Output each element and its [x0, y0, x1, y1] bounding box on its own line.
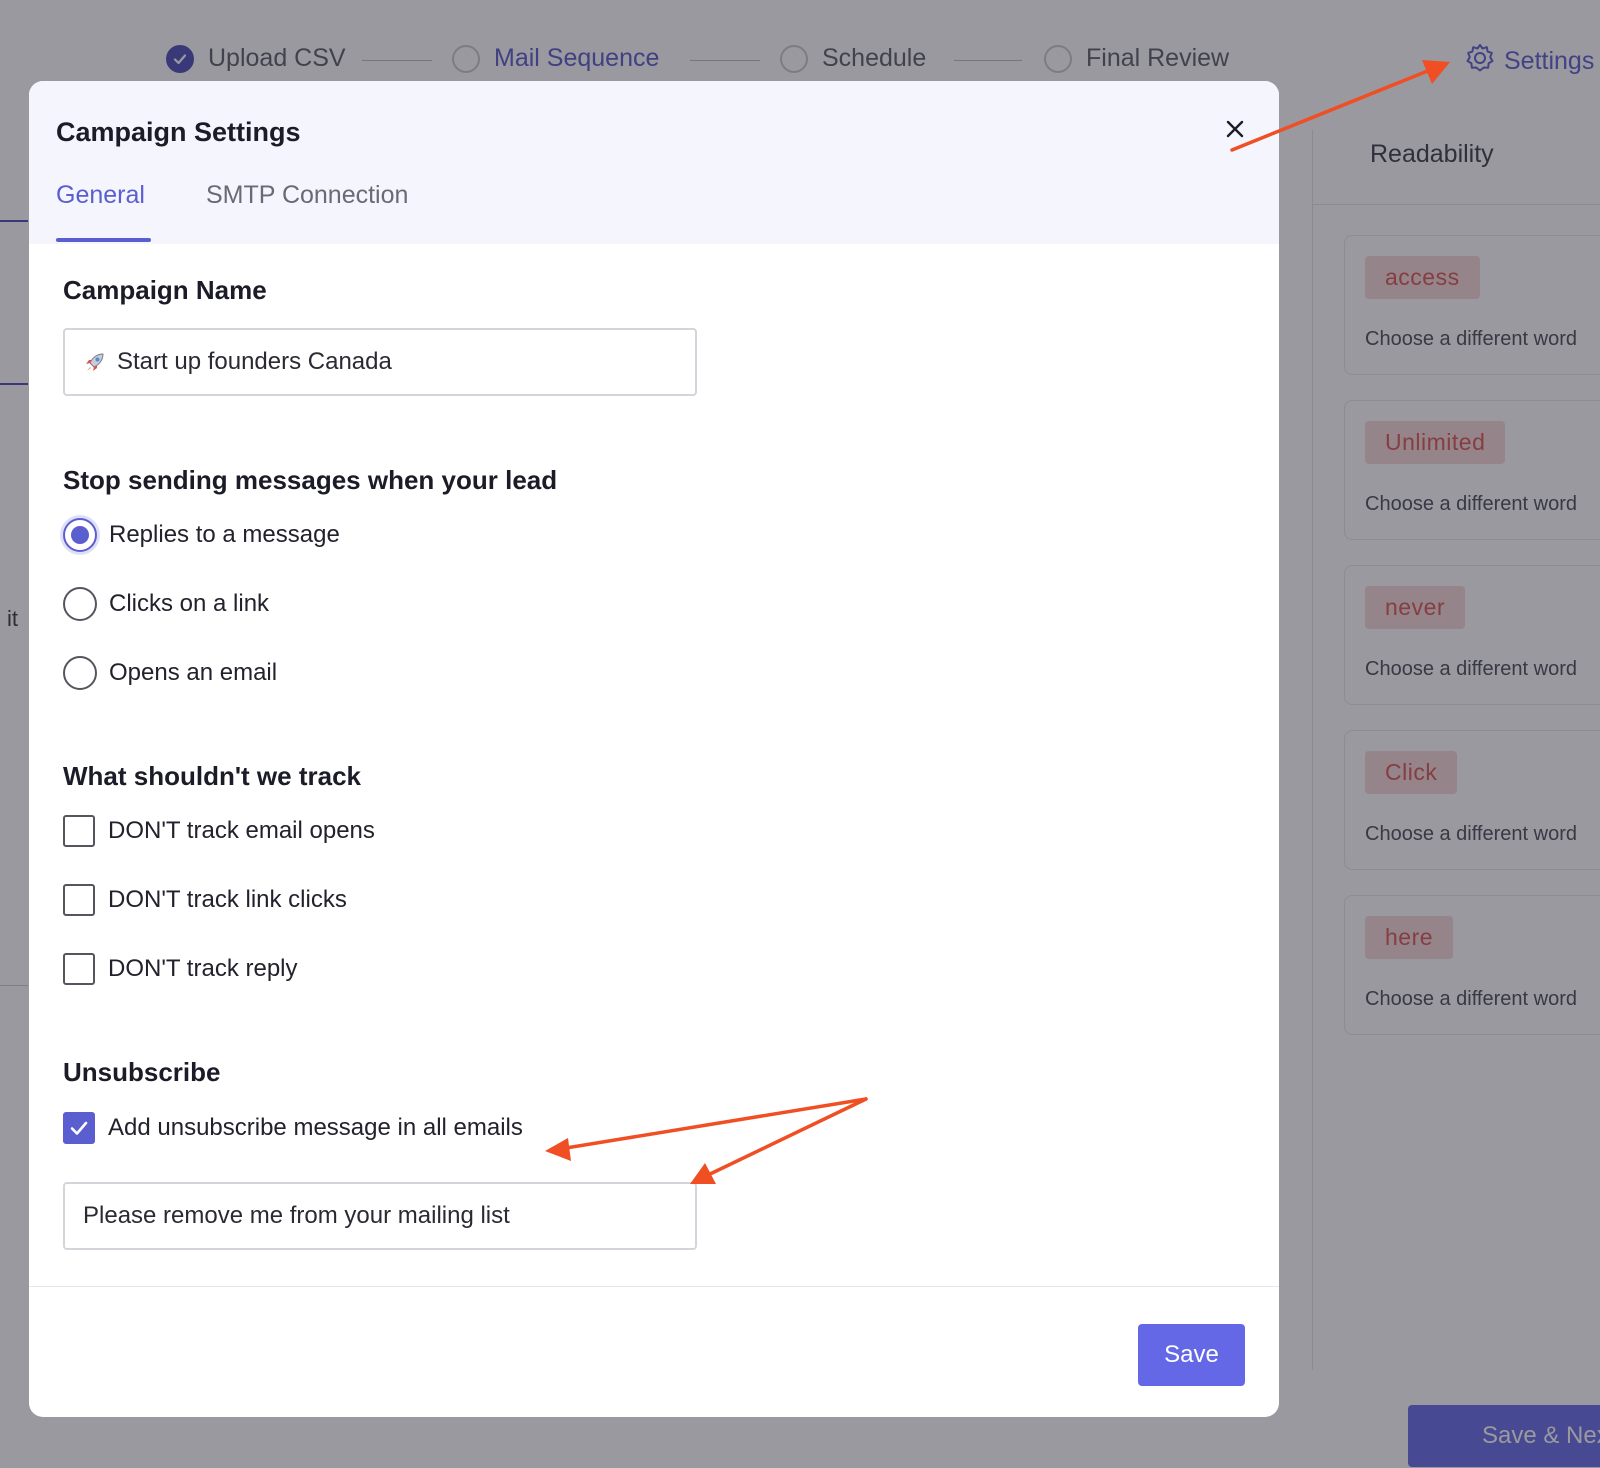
rocket-icon [83, 350, 107, 374]
checkbox-unsubscribe-message[interactable]: Add unsubscribe message in all emails [63, 1112, 523, 1144]
modal-header [29, 81, 1279, 244]
radio-label: Opens an email [109, 659, 278, 686]
checkbox[interactable] [63, 815, 95, 847]
radio-button[interactable] [63, 587, 97, 621]
campaign-settings-modal: Campaign Settings General SMTP Connectio… [29, 81, 1279, 1417]
checkbox[interactable] [63, 884, 95, 916]
radio-button-selected[interactable] [63, 518, 97, 552]
radio-dot-icon [71, 526, 89, 544]
campaign-name-input[interactable]: Start up founders Canada [63, 328, 697, 396]
checkbox-label: DON'T track email opens [108, 817, 375, 844]
save-button[interactable]: Save [1138, 1324, 1245, 1386]
checkbox[interactable] [63, 953, 95, 985]
radio-label: Replies to a message [109, 521, 340, 548]
campaign-name-value: Start up founders Canada [117, 348, 392, 375]
tab-smtp-connection[interactable]: SMTP Connection [206, 181, 408, 210]
radio-label: Clicks on a link [109, 590, 270, 617]
checkbox-label: DON'T track link clicks [108, 886, 347, 913]
checkbox-no-track-opens[interactable]: DON'T track email opens [63, 815, 375, 847]
checkbox-no-track-clicks[interactable]: DON'T track link clicks [63, 884, 347, 916]
checkmark-icon [70, 1121, 88, 1135]
tracking-label: What shouldn't we track [63, 761, 361, 791]
modal-title: Campaign Settings [56, 117, 301, 147]
checkbox-label: DON'T track reply [108, 955, 298, 982]
tab-general[interactable]: General [56, 181, 145, 210]
close-button[interactable] [1217, 113, 1253, 149]
checkbox-checked[interactable] [63, 1112, 95, 1144]
radio-opens[interactable]: Opens an email [63, 656, 277, 690]
checkbox-label: Add unsubscribe message in all emails [108, 1114, 523, 1141]
unsubscribe-message-value: Please remove me from your mailing list [83, 1202, 510, 1229]
campaign-name-label: Campaign Name [63, 275, 267, 305]
active-tab-indicator [56, 238, 151, 242]
close-icon [1226, 120, 1244, 143]
stop-sending-label: Stop sending messages when your lead [63, 465, 558, 495]
radio-clicks[interactable]: Clicks on a link [63, 587, 269, 621]
radio-button[interactable] [63, 656, 97, 690]
radio-replies[interactable]: Replies to a message [63, 518, 340, 552]
modal-footer-divider [29, 1286, 1279, 1287]
unsubscribe-message-input[interactable]: Please remove me from your mailing list [63, 1182, 697, 1250]
checkbox-no-track-reply[interactable]: DON'T track reply [63, 953, 298, 985]
unsubscribe-label: Unsubscribe [63, 1057, 221, 1087]
